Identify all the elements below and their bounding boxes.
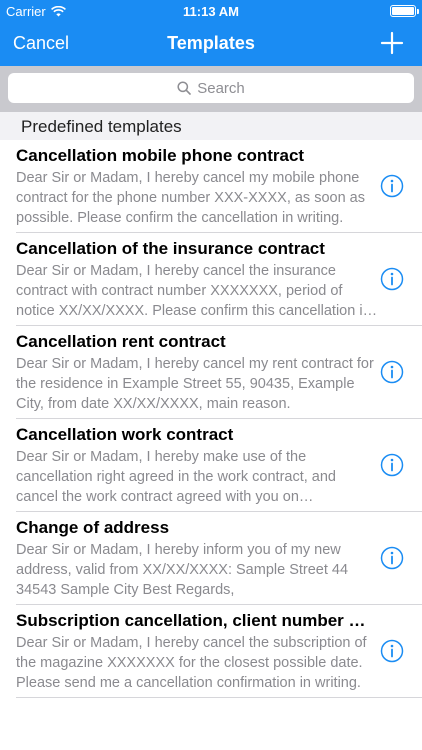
template-row[interactable]: Change of address Dear Sir or Madam, I h…	[16, 512, 422, 605]
info-icon[interactable]	[380, 360, 404, 384]
template-title: Cancellation mobile phone contract	[16, 146, 305, 165]
search-input[interactable]: Search	[8, 73, 414, 103]
add-template-button[interactable]	[380, 31, 404, 55]
template-preview: Dear Sir or Madam, I hereby cancel the s…	[16, 635, 367, 691]
template-row[interactable]: Cancellation work contract Dear Sir or M…	[16, 419, 422, 512]
template-preview: Dear Sir or Madam, I hereby cancel my mo…	[16, 170, 365, 226]
battery-icon	[390, 5, 419, 17]
search-bar: Search	[0, 66, 422, 112]
template-row[interactable]: Cancellation mobile phone contract Dear …	[16, 140, 422, 233]
cancel-button[interactable]: Cancel	[13, 33, 69, 54]
search-icon	[177, 81, 192, 95]
status-time: 11:13 AM	[183, 4, 239, 19]
template-preview: Dear Sir or Madam, I hereby cancel my re…	[16, 356, 374, 412]
template-row[interactable]: Cancellation rent contract Dear Sir or M…	[16, 326, 422, 419]
template-title: Cancellation rent contract	[16, 332, 226, 351]
info-icon[interactable]	[380, 174, 404, 198]
navigation-bar: Cancel Templates	[0, 22, 422, 66]
template-preview: Dear Sir or Madam, I hereby cancel the i…	[16, 263, 371, 319]
info-icon[interactable]	[380, 546, 404, 570]
template-preview: Dear Sir or Madam, I hereby inform you o…	[16, 542, 349, 598]
template-title: Change of address	[16, 518, 170, 537]
templates-list: Cancellation mobile phone contract Dear …	[0, 140, 422, 698]
info-icon[interactable]	[380, 453, 404, 477]
template-title: Cancellation of the insurance contract	[16, 239, 325, 258]
template-preview: Dear Sir or Madam, I hereby make use of …	[16, 449, 336, 505]
info-icon[interactable]	[380, 639, 404, 663]
info-icon[interactable]	[380, 267, 404, 291]
template-row[interactable]: Cancellation of the insurance contract D…	[16, 233, 422, 326]
template-title: Subscription cancellation, client number…	[16, 611, 376, 630]
search-placeholder: Search	[197, 79, 245, 97]
template-title: Cancellation work contract	[16, 425, 234, 444]
template-row[interactable]: Subscription cancellation, client number…	[16, 605, 422, 698]
status-bar: Carrier 11:13 AM	[0, 0, 422, 22]
section-header: Predefined templates	[0, 112, 422, 140]
